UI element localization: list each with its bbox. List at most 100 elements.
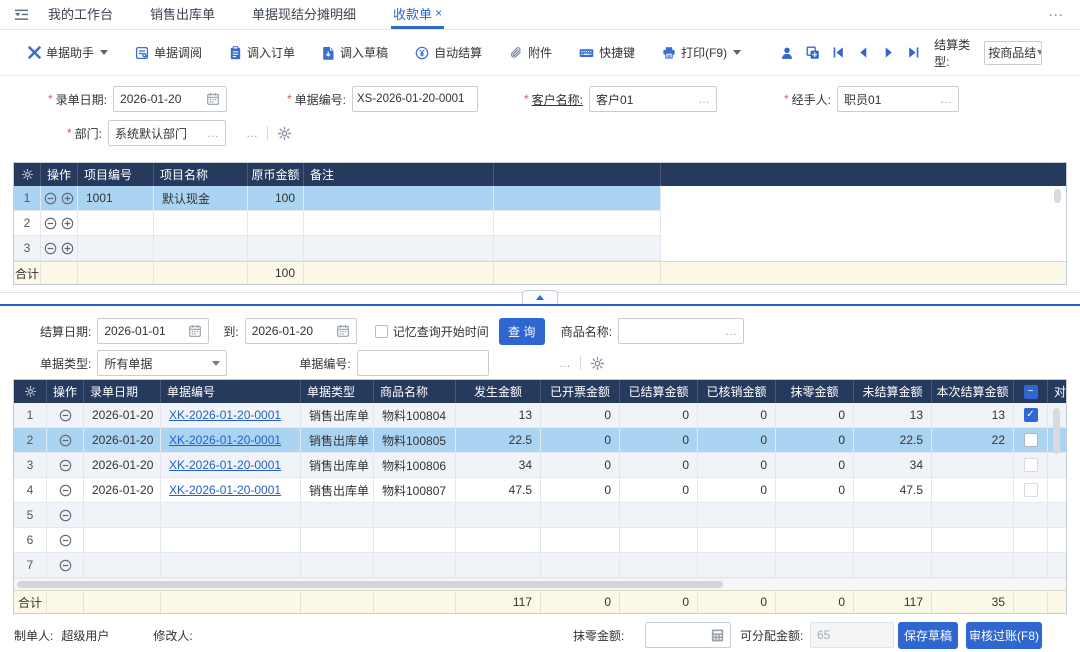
record-date-input[interactable]: 2026-01-20 xyxy=(113,86,227,112)
remove-row-icon[interactable] xyxy=(59,534,72,547)
col-settings[interactable] xyxy=(14,163,41,186)
tab-my-workbench[interactable]: 我的工作台 xyxy=(46,0,115,29)
remove-row-icon[interactable] xyxy=(59,434,72,447)
row-checkbox[interactable] xyxy=(1024,433,1038,447)
lookup-icon[interactable]: … xyxy=(207,126,219,140)
settle-type-select[interactable]: 按商品结 xyxy=(984,41,1042,65)
save-draft-button[interactable]: 保存草稿 xyxy=(898,622,958,649)
customer-label-link[interactable]: 客户名称: xyxy=(532,91,583,108)
col-doc-type: 单据类型 xyxy=(301,380,374,403)
doc-type-select[interactable]: 所有单据 xyxy=(97,350,227,376)
import-order-button[interactable]: 调入订单 xyxy=(229,44,295,61)
filter-doc-no-input[interactable] xyxy=(357,350,489,376)
cell-rounding: 0 xyxy=(776,428,854,452)
row-checkbox[interactable] xyxy=(1024,483,1038,497)
user-icon[interactable] xyxy=(780,46,794,60)
row-checkbox[interactable] xyxy=(1024,458,1038,472)
add-row-icon[interactable] xyxy=(61,217,74,230)
import-draft-button[interactable]: 调入草稿 xyxy=(322,44,388,61)
date-from-input[interactable]: 2026-01-01 xyxy=(97,318,209,344)
more-tabs-icon[interactable]: ··· xyxy=(1049,8,1080,22)
table-row[interactable]: 7 xyxy=(14,553,1066,578)
add-row-icon[interactable] xyxy=(61,242,74,255)
doc-no-link[interactable]: XK-2026-01-20-0001 xyxy=(169,483,281,497)
table-row[interactable]: 32026-01-20XK-2026-01-20-0001销售出库单物料1008… xyxy=(14,453,1066,478)
tab-sales-outbound[interactable]: 销售出库单 xyxy=(148,0,217,29)
handler-input[interactable]: 职员01 … xyxy=(837,86,959,112)
filter-settings-gear-icon[interactable] xyxy=(590,356,605,371)
query-button[interactable]: 查 询 xyxy=(499,318,545,345)
remove-row-icon[interactable] xyxy=(59,484,72,497)
horizontal-scrollbar[interactable] xyxy=(14,578,1066,590)
table-row[interactable]: 22026-01-20XK-2026-01-20-0001销售出库单物料1008… xyxy=(14,428,1066,453)
table-row[interactable]: 42026-01-20XK-2026-01-20-0001销售出库单物料1008… xyxy=(14,478,1066,503)
lookup-icon[interactable]: … xyxy=(698,92,710,106)
remove-row-icon[interactable] xyxy=(44,192,57,205)
cell-ops xyxy=(47,503,84,527)
date-to-input[interactable]: 2026-01-20 xyxy=(245,318,357,344)
table-row[interactable]: 12026-01-20XK-2026-01-20-0001销售出库单物料1008… xyxy=(14,403,1066,428)
table-row[interactable]: 11001默认现金100 xyxy=(14,186,661,211)
more-filters-icon[interactable]: … xyxy=(559,356,571,370)
tab-receipt-active[interactable]: 收款单 × xyxy=(391,0,444,29)
doc-assistant-button[interactable]: 单据助手 xyxy=(28,44,108,61)
collapse-menu-icon[interactable] xyxy=(14,8,30,22)
close-tab-icon[interactable]: × xyxy=(435,6,442,20)
remove-row-icon[interactable] xyxy=(59,409,72,422)
cell-written-off: 0 xyxy=(698,403,776,427)
shortcuts-button[interactable]: 快捷键 xyxy=(579,44,635,61)
button-label: 单据助手 xyxy=(46,44,94,61)
next-record-icon[interactable] xyxy=(882,46,895,59)
more-fields-icon[interactable]: … xyxy=(246,126,258,140)
department-input[interactable]: 系统默认部门 … xyxy=(108,120,226,146)
select-all-checkbox[interactable]: − xyxy=(1024,385,1038,399)
calendar-icon[interactable] xyxy=(188,324,202,338)
row-checkbox[interactable]: ✓ xyxy=(1024,408,1038,422)
print-button[interactable]: 打印(F9) xyxy=(662,44,741,61)
tab-cash-settle-detail[interactable]: 单据现结分摊明细 xyxy=(250,0,358,29)
calendar-icon[interactable] xyxy=(336,324,350,338)
table-row[interactable]: 2 xyxy=(14,211,661,236)
vertical-scrollbar-thumb[interactable] xyxy=(1054,189,1061,203)
calculator-icon[interactable] xyxy=(707,629,724,642)
doc-no-link[interactable]: XK-2026-01-20-0001 xyxy=(169,458,281,472)
customer-input[interactable]: 客户01 … xyxy=(589,86,717,112)
lookup-icon[interactable]: … xyxy=(940,92,952,106)
remember-start-checkbox[interactable] xyxy=(375,325,388,338)
scrollbar-thumb[interactable] xyxy=(17,581,723,588)
last-record-icon[interactable] xyxy=(907,46,920,59)
remove-row-icon[interactable] xyxy=(59,509,72,522)
doc-no-link[interactable]: XK-2026-01-20-0001 xyxy=(169,408,281,422)
rounding-input[interactable] xyxy=(645,622,731,648)
remove-row-icon[interactable] xyxy=(59,459,72,472)
cell-invoiced xyxy=(541,503,620,527)
attachment-button[interactable]: 附件 xyxy=(509,44,552,61)
add-row-icon[interactable] xyxy=(61,192,74,205)
cell-amount: 34 xyxy=(456,453,541,477)
doc-no-input[interactable]: XS-2026-01-20-0001 xyxy=(352,86,478,112)
col-doc-no: 单据编号 xyxy=(161,380,301,403)
lookup-icon[interactable]: … xyxy=(725,324,737,338)
remove-row-icon[interactable] xyxy=(44,217,57,230)
product-name-input[interactable]: … xyxy=(618,318,744,344)
post-button[interactable]: 审核过账(F8) xyxy=(966,622,1042,649)
doc-review-button[interactable]: 单据调阅 xyxy=(135,44,202,61)
remove-row-icon[interactable] xyxy=(44,242,57,255)
table-row[interactable]: 3 xyxy=(14,236,661,261)
auto-settle-button[interactable]: 自动结算 xyxy=(415,44,482,61)
cell-select xyxy=(1014,503,1048,527)
doc-no-link[interactable]: XK-2026-01-20-0001 xyxy=(169,433,281,447)
table-row[interactable]: 6 xyxy=(14,528,1066,553)
copy-new-icon[interactable] xyxy=(806,46,820,60)
calendar-icon[interactable] xyxy=(206,92,220,106)
vertical-scrollbar-thumb[interactable] xyxy=(1053,408,1060,454)
table-row[interactable]: 5 xyxy=(14,503,1066,528)
collapse-panel-button[interactable] xyxy=(522,290,558,304)
total-unsettled: 117 xyxy=(854,591,932,613)
col-select[interactable]: − xyxy=(1014,380,1048,403)
col-settings[interactable] xyxy=(14,380,47,403)
remove-row-icon[interactable] xyxy=(59,559,72,572)
first-record-icon[interactable] xyxy=(832,46,845,59)
header-settings-gear-icon[interactable] xyxy=(277,126,292,141)
prev-record-icon[interactable] xyxy=(857,46,870,59)
